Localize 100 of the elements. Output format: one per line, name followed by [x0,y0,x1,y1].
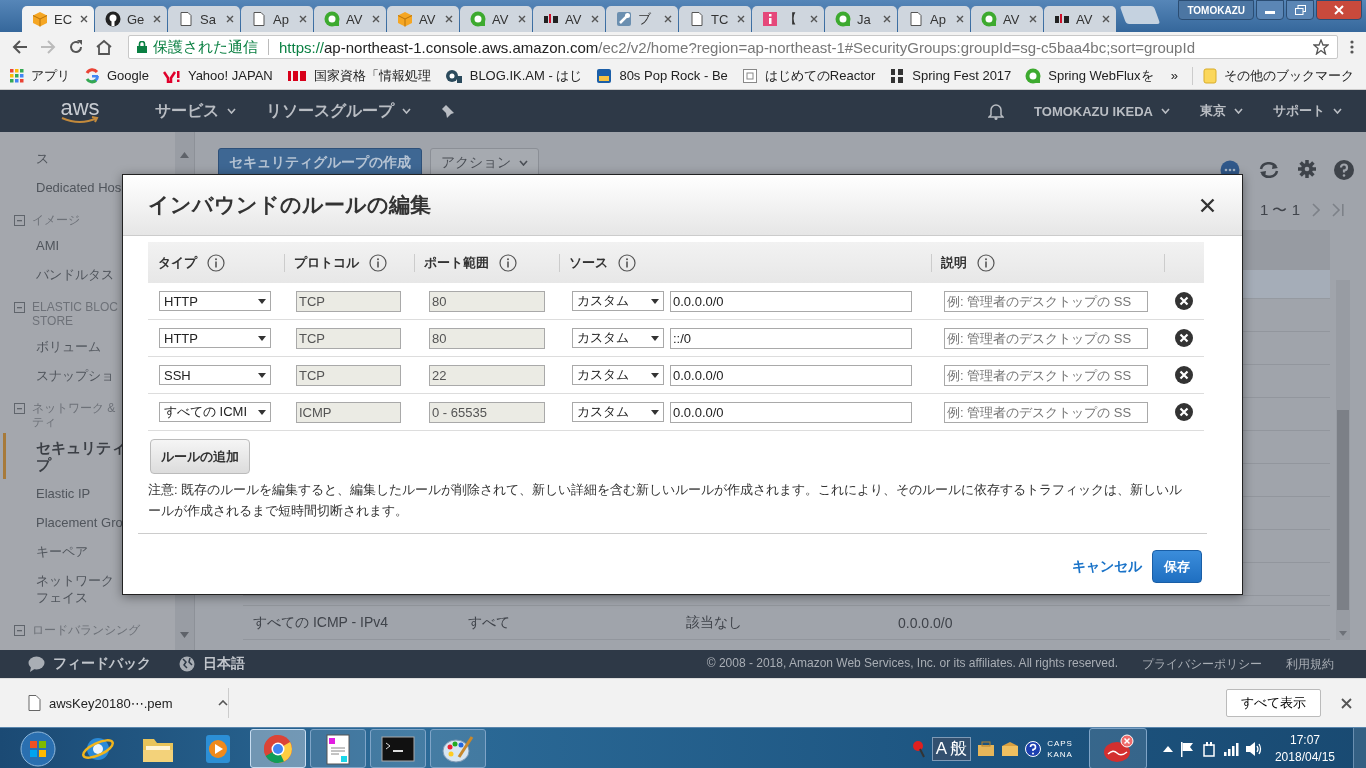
bookmark-link[interactable]: アプリ [31,66,70,85]
settings-icon[interactable] [1298,160,1316,178]
bookmark-link[interactable]: 国家資格「情報処理 [313,66,431,85]
bookmark-link[interactable]: Spring Fest 2017 [912,68,1012,83]
bookmark-link[interactable]: BLOG.IK.AM - はじ [469,66,583,85]
download-item[interactable]: awsKey20180⋯.pem [49,695,210,711]
source-select[interactable]: カスタム [572,328,664,348]
support-menu[interactable]: サポート [1273,102,1325,120]
notepad-icon[interactable] [324,731,352,766]
browser-tab[interactable]: AV [971,6,1043,32]
close-icon[interactable] [956,15,964,23]
menu-icon[interactable] [1350,39,1354,55]
close-icon[interactable] [737,15,745,23]
browser-tab[interactable]: AV [460,6,532,32]
new-tab-button[interactable] [1119,6,1161,24]
save-button[interactable]: 保存 [1152,550,1202,583]
start-icon[interactable] [20,730,56,767]
signal-icon[interactable] [1222,741,1239,756]
close-icon[interactable] [1029,15,1037,23]
browser-tab[interactable]: Ja [825,6,897,32]
bookmark-folder[interactable]: その他のブックマーク [1224,66,1354,85]
browser-tab[interactable]: Sa [168,6,240,32]
bookmark-link[interactable]: Spring WebFluxを [1048,66,1154,85]
browser-tab[interactable]: Ap [241,6,313,32]
description-field[interactable]: 例: 管理者のデスクトップの SS [944,327,1148,349]
speaker-icon[interactable] [1244,740,1263,757]
minimize-button[interactable] [1256,0,1284,20]
footer-link[interactable]: プライバシーポリシー [1142,655,1262,673]
language-link[interactable]: 日本語 [203,655,245,673]
close-icon[interactable] [1200,197,1215,213]
show-all-button[interactable]: すべて表示 [1226,689,1321,717]
flag-icon[interactable] [1178,740,1195,757]
browser-tab[interactable]: AV [1044,6,1116,32]
source-field[interactable]: 0.0.0.0/0 [670,364,912,386]
browser-tab[interactable]: AV [533,6,605,32]
close-icon[interactable] [153,15,161,23]
close-window-button[interactable] [1316,0,1362,20]
browser-tab[interactable]: AV [314,6,386,32]
play-icon[interactable] [203,732,233,765]
caret-up-icon[interactable] [1162,745,1173,752]
close-icon[interactable] [518,15,526,23]
source-select[interactable]: カスタム [572,365,664,385]
overflow-button[interactable]: » [1170,68,1178,83]
bell-icon[interactable] [988,102,1005,120]
type-select[interactable]: HTTP [159,328,271,348]
globe-icon[interactable] [179,656,195,672]
browser-tab[interactable]: TC [679,6,751,32]
bookmark-link[interactable]: Google [107,68,149,83]
region-menu[interactable]: 東京 [1200,102,1226,120]
toolbox-icon[interactable] [1001,739,1020,758]
power-icon[interactable] [1200,740,1217,757]
close-icon[interactable] [810,15,818,23]
help-icon[interactable] [1025,740,1042,757]
close-icon[interactable] [445,15,453,23]
browser-tab[interactable]: EC [22,6,94,32]
cloud-icon[interactable] [1101,733,1134,764]
close-icon[interactable] [226,15,234,23]
reload-icon[interactable] [68,39,84,55]
feedback-link[interactable]: フィードバック [53,655,151,673]
help-icon[interactable] [1334,160,1354,180]
source-field[interactable]: ::/0 [670,327,912,349]
browser-icon[interactable] [262,732,294,765]
logo[interactable]: aws [35,97,125,125]
description-field[interactable]: 例: 管理者のデスクトップの SS [944,364,1148,386]
pin-icon[interactable] [441,104,455,118]
remove-icon[interactable] [1175,292,1193,310]
caret-up-icon[interactable] [218,700,228,706]
nav-menu[interactable]: リソースグループ [266,100,394,122]
language-bar[interactable]: A 般 [931,736,972,761]
address-bar[interactable]: 保護された通信 https://ap-northeast-1.console.aws.amazon.com/ec2/v2/home?region=ap-northeast-1#SecurityGroups:groupId=sg-c5baa4bc;sort=groupId [128,35,1338,59]
nav-menu[interactable]: サービス [155,100,219,122]
browser-tab[interactable]: Ge [95,6,167,32]
remove-icon[interactable] [1175,329,1193,347]
browser-tab[interactable]: 【 [752,6,824,32]
browser-tab[interactable]: ブ [606,6,678,32]
close-icon[interactable] [80,15,88,23]
terminal-icon[interactable] [381,735,415,762]
profile-button[interactable]: TOMOKAZU [1178,0,1254,20]
star-icon[interactable] [1313,39,1329,55]
type-select[interactable]: SSH [159,365,271,385]
add-rule-button[interactable]: ルールの追加 [150,439,250,474]
account-menu[interactable]: TOMOKAZU IKEDA [1034,103,1153,119]
close-icon[interactable] [883,15,891,23]
close-icon[interactable] [372,15,380,23]
scrollbar-thumb[interactable] [1337,410,1349,610]
source-select[interactable]: カスタム [572,402,664,422]
back-icon[interactable] [12,40,28,54]
type-select[interactable]: HTTP [159,291,271,311]
refresh-icon[interactable] [1258,160,1280,180]
type-select[interactable]: すべての ICMI [159,402,271,422]
close-icon[interactable] [591,15,599,23]
browser-tab[interactable]: Ap [898,6,970,32]
browser-tab[interactable]: AV [387,6,459,32]
home-icon[interactable] [96,39,112,55]
bookmark-link[interactable]: 80s Pop Rock - Be [619,68,728,83]
close-icon[interactable] [1102,15,1110,23]
remove-icon[interactable] [1175,366,1193,384]
maximize-button[interactable] [1286,0,1314,20]
bookmark-link[interactable]: Yahoo! JAPAN [187,68,273,83]
bookmark-link[interactable]: はじめてのReactor [764,66,876,85]
